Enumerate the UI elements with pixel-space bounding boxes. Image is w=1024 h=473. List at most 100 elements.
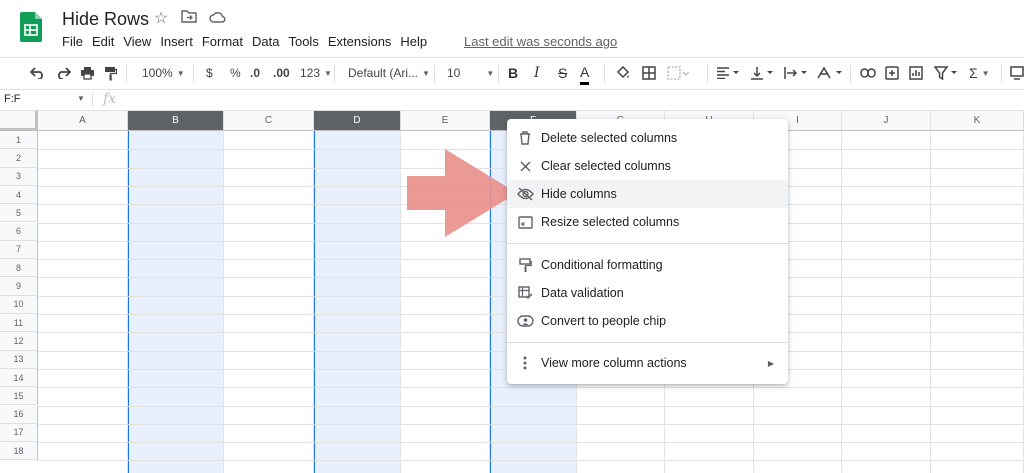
row-header[interactable]: 16 [0,405,38,424]
zoom-select[interactable]: 100% ▼ [142,58,185,88]
filter-icon[interactable] [934,58,958,88]
menu-data[interactable]: Data [252,34,279,49]
row-header[interactable]: 14 [0,368,38,388]
undo-icon[interactable] [30,58,46,88]
currency-button[interactable]: $ [206,58,213,88]
column-header-d[interactable]: D [314,111,401,131]
column-header-e[interactable]: E [401,111,490,131]
column-header-b[interactable]: B [128,111,224,131]
menu-item-delete-columns[interactable]: Delete selected columns [507,124,788,152]
row-header[interactable]: 2 [0,149,38,168]
bold-button[interactable]: B [508,58,518,88]
resize-icon [516,213,534,231]
name-box[interactable]: F:F [4,93,21,105]
functions-label: Σ [969,65,978,81]
merge-cells-icon[interactable] [667,58,689,88]
last-edit-link[interactable]: Last edit was seconds ago [464,34,617,49]
selected-column-b[interactable] [128,131,224,473]
row-header[interactable]: 15 [0,387,38,406]
menu-tools[interactable]: Tools [288,34,318,49]
row-header[interactable]: 17 [0,423,38,443]
menu-item-data-validation[interactable]: Data validation [507,279,788,307]
currency-label: $ [206,66,213,80]
row-header[interactable]: 6 [0,222,38,241]
selected-column-d[interactable] [314,131,401,473]
strikethrough-button[interactable]: S [558,58,567,88]
insert-chart-icon[interactable] [909,58,923,88]
italic-button[interactable]: I [534,58,540,88]
column-header-a[interactable]: A [38,111,128,131]
people-chip-icon [516,312,534,330]
menu-format[interactable]: Format [202,34,243,49]
column-header-j[interactable]: J [842,111,931,131]
insert-link-icon[interactable] [860,58,876,88]
row-header[interactable]: 4 [0,185,38,205]
more-formats-button[interactable]: 123 ▼ [300,58,332,88]
close-icon [516,157,534,175]
font-size-select[interactable]: 10 ▼ [447,58,494,88]
text-rotation-icon[interactable] [817,58,843,88]
insert-comment-icon[interactable] [885,58,899,88]
menu-item-label: Conditional formatting [541,258,663,272]
annotation-arrow [407,149,517,237]
font-value: Default (Ari... [348,66,419,80]
borders-icon[interactable] [642,58,656,88]
menu-item-hide-columns[interactable]: Hide columns [507,180,788,208]
row-header[interactable]: 10 [0,295,38,314]
menu-file[interactable]: File [62,34,83,49]
menu-view[interactable]: View [123,34,151,49]
row-header[interactable]: 8 [0,259,38,278]
menu-item-people-chip[interactable]: Convert to people chip [507,307,788,335]
row-header[interactable]: 5 [0,204,38,223]
column-gridline [127,131,128,473]
move-folder-icon[interactable] [180,9,198,28]
percent-label: % [230,66,241,80]
paint-format-icon[interactable] [104,58,117,88]
redo-icon[interactable] [55,58,71,88]
row-header[interactable]: 1 [0,131,38,150]
row-header[interactable]: 18 [0,442,38,461]
row-header[interactable]: 11 [0,314,38,333]
column-header-c[interactable]: C [224,111,314,131]
print-icon[interactable] [80,58,95,88]
functions-button[interactable]: Σ ▼ [969,58,990,88]
increase-decimal-button[interactable]: .00 [273,58,290,88]
column-context-menu: Delete selected columns Clear selected c… [507,119,788,384]
input-tools-icon[interactable] [1010,58,1024,88]
decrease-decimal-button[interactable]: .0 [250,58,260,88]
row-header[interactable]: 12 [0,332,38,351]
menu-help[interactable]: Help [400,34,427,49]
italic-label: I [534,65,540,81]
font-select[interactable]: Default (Ari... ▼ [348,58,430,88]
menu-insert[interactable]: Insert [160,34,193,49]
row-header[interactable]: 3 [0,167,38,186]
vertical-align-icon[interactable] [750,58,774,88]
text-color-button[interactable]: A [580,61,590,85]
fill-color-icon[interactable] [615,58,630,88]
menu-divider [507,243,788,244]
row-header[interactable]: 9 [0,277,38,296]
star-icon[interactable]: ☆ [152,10,170,28]
menu-item-resize-columns[interactable]: Resize selected columns [507,208,788,236]
row-header[interactable]: 13 [0,350,38,369]
chevron-down-icon[interactable]: ▼ [77,94,85,103]
menu-item-label: Clear selected columns [541,159,671,173]
row-header[interactable]: 7 [0,240,38,260]
column-gridline [841,131,842,473]
cloud-status-icon[interactable] [208,10,226,28]
sheets-logo[interactable] [20,12,42,42]
select-all-corner[interactable] [0,111,38,131]
align-left-icon[interactable] [716,58,740,88]
text-wrap-icon[interactable] [784,58,808,88]
menu-edit[interactable]: Edit [92,34,114,49]
menu-extensions[interactable]: Extensions [328,34,392,49]
menu-item-more-column-actions[interactable]: View more column actions ▶ [507,349,788,377]
percent-button[interactable]: % [230,58,241,88]
strike-label: S [558,65,568,81]
menu-item-clear-columns[interactable]: Clear selected columns [507,152,788,180]
document-title[interactable]: Hide Rows [62,9,149,30]
menu-item-label: View more column actions [541,356,687,370]
menu-item-conditional-formatting[interactable]: Conditional formatting [507,251,788,279]
row-gridline [38,387,1024,389]
column-header-k[interactable]: K [931,111,1024,131]
